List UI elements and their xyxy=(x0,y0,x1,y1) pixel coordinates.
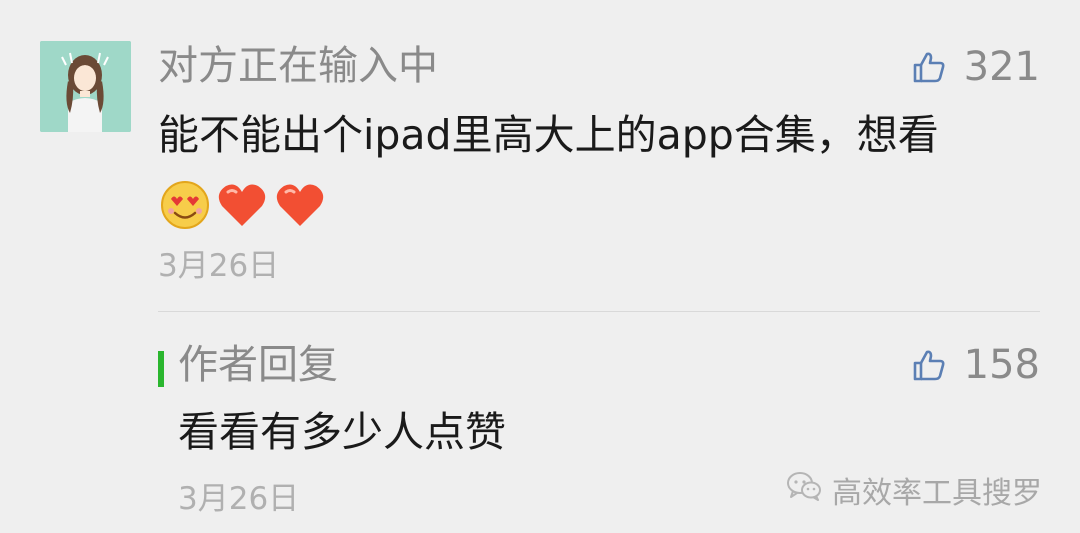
wechat-icon xyxy=(786,471,822,509)
reply-like-count: 158 xyxy=(963,342,1040,388)
thumbs-up-icon xyxy=(912,50,946,84)
reply-title: 作者回复 xyxy=(178,342,338,388)
comment-like-count: 321 xyxy=(963,44,1040,90)
comment-text: 能不能出个ipad里高大上的app合集，想看 xyxy=(158,111,939,159)
divider xyxy=(158,311,1040,312)
heart-eyes-face-icon xyxy=(160,180,210,234)
comment-username: 对方正在输入中 xyxy=(158,43,438,89)
comment-date: 3月26日 xyxy=(158,248,280,284)
heart-icon xyxy=(274,180,326,234)
reply-text: 看看有多少人点赞 xyxy=(178,408,506,456)
thumbs-up-icon xyxy=(912,348,946,382)
reply-date: 3月26日 xyxy=(178,481,300,517)
reply-like-button[interactable]: 158 xyxy=(912,342,1040,388)
reply-indicator-bar xyxy=(158,351,164,387)
avatar[interactable] xyxy=(40,41,131,132)
watermark-text: 高效率工具搜罗 xyxy=(832,476,1042,511)
heart-icon xyxy=(216,180,268,234)
comment-like-button[interactable]: 321 xyxy=(912,44,1040,90)
watermark: 高效率工具搜罗 xyxy=(786,468,1042,512)
comment-emoji-row xyxy=(160,180,326,234)
